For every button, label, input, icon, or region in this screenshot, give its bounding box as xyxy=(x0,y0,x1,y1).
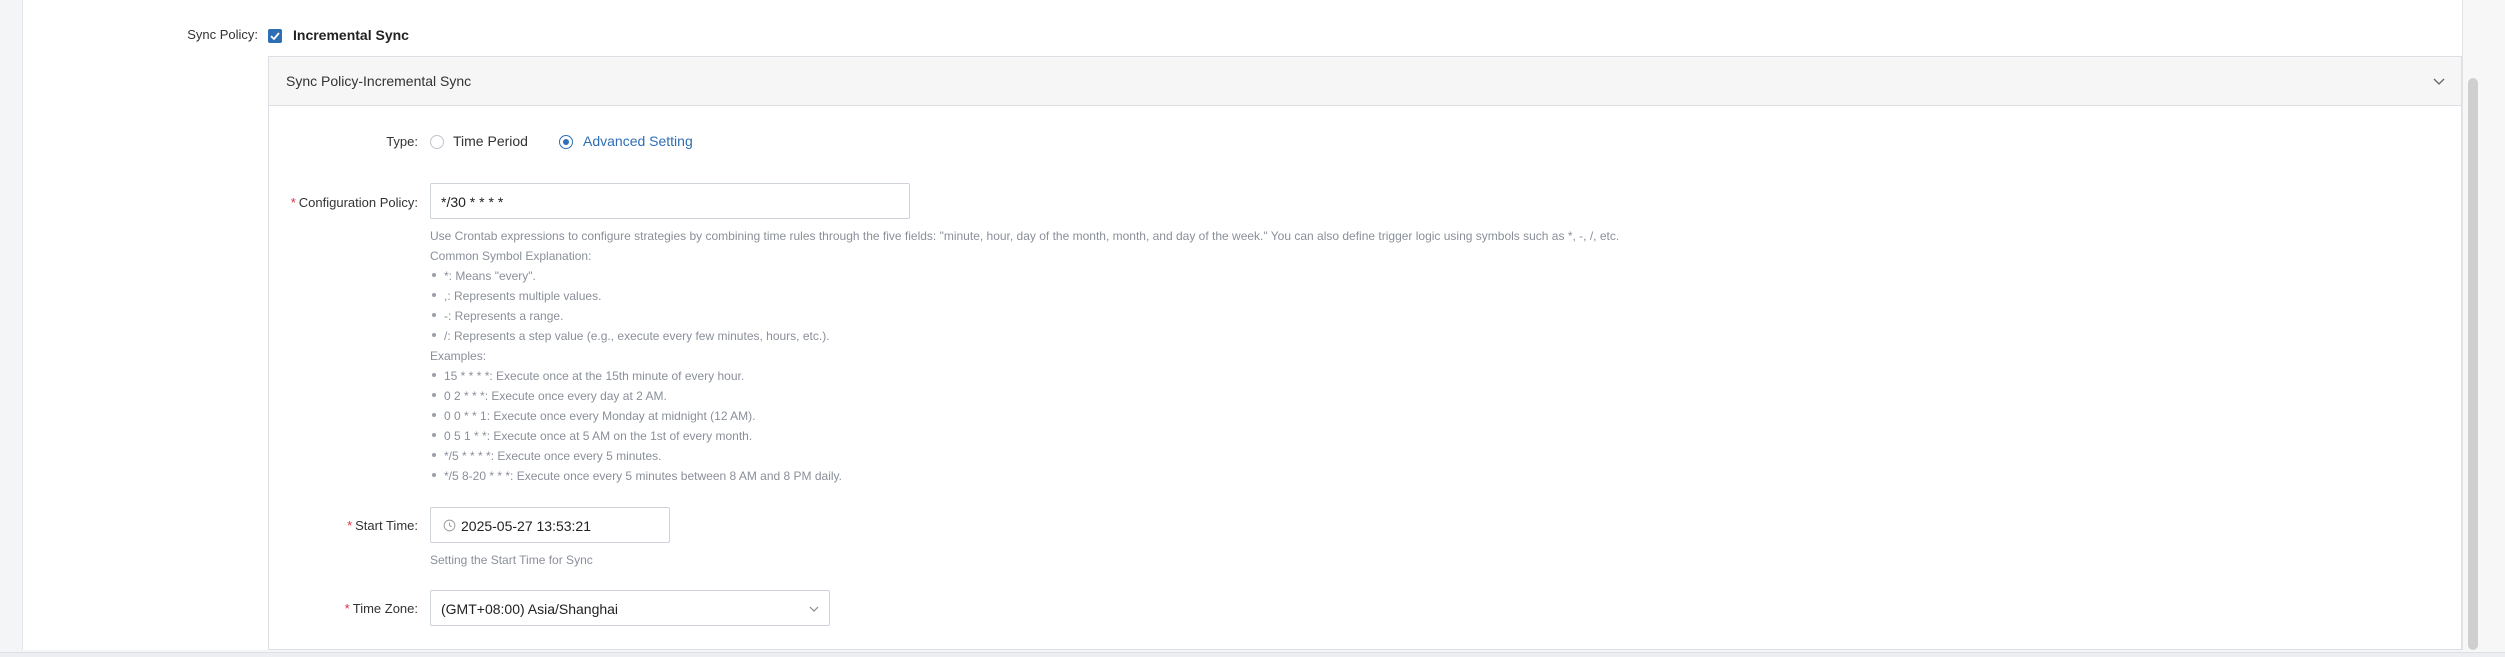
required-asterisk: * xyxy=(344,601,350,616)
required-asterisk: * xyxy=(290,195,296,210)
sync-policy-label: Sync Policy: xyxy=(187,27,258,42)
bottom-divider xyxy=(0,652,2505,657)
incremental-sync-checkbox[interactable] xyxy=(268,29,282,43)
checkmark-icon xyxy=(270,32,280,41)
advanced-setting-label[interactable]: Advanced Setting xyxy=(583,133,693,149)
panel-title: Sync Policy-Incremental Sync xyxy=(286,73,472,89)
list-item: 0 5 1 * *: Execute once at 5 AM on the 1… xyxy=(432,429,752,443)
time-period-label[interactable]: Time Period xyxy=(453,133,528,149)
chevron-down-icon[interactable] xyxy=(2431,73,2447,89)
list-item: *: Means "every". xyxy=(432,269,536,283)
start-time-picker[interactable]: 2025-05-27 13:53:21 xyxy=(430,507,670,543)
list-item: */5 8-20 * * *: Execute once every 5 min… xyxy=(432,469,842,483)
radio-advanced-setting[interactable] xyxy=(559,135,573,149)
panel-header[interactable]: Sync Policy-Incremental Sync xyxy=(269,57,2461,106)
scrollbar-thumb[interactable] xyxy=(2468,78,2478,650)
time-zone-value: (GMT+08:00) Asia/Shanghai xyxy=(441,601,619,617)
incremental-sync-label[interactable]: Incremental Sync xyxy=(293,27,409,43)
list-item: 0 0 * * 1: Execute once every Monday at … xyxy=(432,409,756,423)
start-time-label-text: Start Time: xyxy=(355,518,418,533)
list-item: */5 * * * *: Execute once every 5 minute… xyxy=(432,449,661,463)
required-asterisk: * xyxy=(347,518,353,533)
time-zone-label: * Time Zone: xyxy=(118,601,418,616)
start-time-value: 2025-05-27 13:53:21 xyxy=(461,518,591,534)
list-item: /: Represents a step value (e.g., execut… xyxy=(432,329,830,343)
type-label: Type: xyxy=(386,134,418,149)
configuration-policy-input[interactable]: */30 * * * * xyxy=(430,183,910,219)
chevron-down-icon xyxy=(809,606,819,612)
configuration-policy-label: * Configuration Policy: xyxy=(118,195,418,210)
radio-time-period[interactable] xyxy=(430,135,444,149)
start-time-label: * Start Time: xyxy=(118,518,418,533)
list-item: 0 2 * * *: Execute once every day at 2 A… xyxy=(432,389,667,403)
time-zone-select[interactable]: (GMT+08:00) Asia/Shanghai xyxy=(430,590,830,626)
configuration-policy-label-text: Configuration Policy: xyxy=(298,195,418,210)
clock-icon xyxy=(443,519,456,532)
start-time-help: Setting the Start Time for Sync xyxy=(430,553,593,567)
list-item: -: Represents a range. xyxy=(432,309,563,323)
list-item: 15 * * * *: Execute once at the 15th min… xyxy=(432,369,744,383)
time-zone-label-text: Time Zone: xyxy=(352,601,418,616)
symbols-title: Common Symbol Explanation: xyxy=(430,249,592,263)
list-item: ,: Represents multiple values. xyxy=(432,289,601,303)
crontab-help-intro: Use Crontab expressions to configure str… xyxy=(430,229,1620,243)
examples-title: Examples: xyxy=(430,349,487,363)
